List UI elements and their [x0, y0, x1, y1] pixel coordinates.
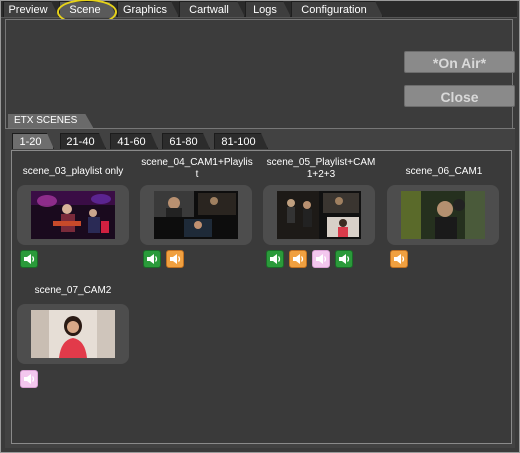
scene-05-title-line2: 1+2+3: [306, 169, 336, 180]
scene-06-thumbnail: [401, 191, 485, 239]
scene-04-title-line2: t: [195, 169, 199, 180]
range-tab-61-80[interactable]: 61-80: [162, 133, 210, 149]
tab-configuration[interactable]: Configuration: [291, 1, 383, 17]
range-tab-81-100[interactable]: 81-100: [214, 133, 268, 149]
audio-speaker-icon[interactable]: [312, 250, 330, 268]
scene-03-title: scene_03_playlist only: [22, 166, 124, 177]
scene-03-card[interactable]: [17, 185, 129, 245]
tab-cartwall[interactable]: Cartwall: [179, 1, 245, 17]
on-air-button[interactable]: *On Air*: [404, 51, 515, 73]
scene-06-title: scene_06_CAM1: [405, 166, 483, 177]
range-tab-21-40[interactable]: 21-40: [60, 133, 106, 149]
audio-speaker-icon[interactable]: [166, 250, 184, 268]
range-tab-1-20[interactable]: 1-20: [12, 133, 54, 149]
audio-speaker-icon[interactable]: [143, 250, 161, 268]
scene-05-thumbnail: [277, 191, 361, 239]
etx-scenes-group-label: ETX SCENES: [8, 114, 93, 128]
scene-05-title-line1: scene_05_Playlist+CAM: [266, 157, 376, 168]
range-tab-41-60[interactable]: 41-60: [110, 133, 158, 149]
scene-07-card[interactable]: [17, 304, 129, 364]
scene-04-card[interactable]: [140, 185, 252, 245]
audio-speaker-icon[interactable]: [20, 250, 38, 268]
top-tab-bar: Preview Scene Graphics Cartwall Logs Con…: [1, 1, 517, 18]
scene-07-title: scene_07_CAM2: [34, 285, 112, 296]
scene-05-title: scene_05_Playlist+CAM 1+2+3: [261, 157, 381, 181]
scene-06-card[interactable]: [387, 185, 499, 245]
scene-04-title-line1: scene_04_CAM1+Playlis: [141, 157, 253, 168]
tab-logs[interactable]: Logs: [245, 1, 291, 17]
scene-04-title: scene_04_CAM1+Playlis t: [137, 157, 257, 181]
close-button[interactable]: Close: [404, 85, 515, 107]
scene-04-thumbnail: [154, 191, 238, 239]
audio-speaker-icon[interactable]: [289, 250, 307, 268]
scene-03-thumbnail: [31, 191, 115, 239]
audio-speaker-icon[interactable]: [266, 250, 284, 268]
tab-graphics[interactable]: Graphics: [117, 1, 179, 17]
audio-speaker-icon[interactable]: [335, 250, 353, 268]
scene-05-card[interactable]: [263, 185, 375, 245]
audio-speaker-icon[interactable]: [20, 370, 38, 388]
tab-preview[interactable]: Preview: [3, 1, 59, 17]
audio-speaker-icon[interactable]: [390, 250, 408, 268]
scene-07-thumbnail: [31, 310, 115, 358]
tab-scene[interactable]: Scene: [59, 1, 117, 17]
